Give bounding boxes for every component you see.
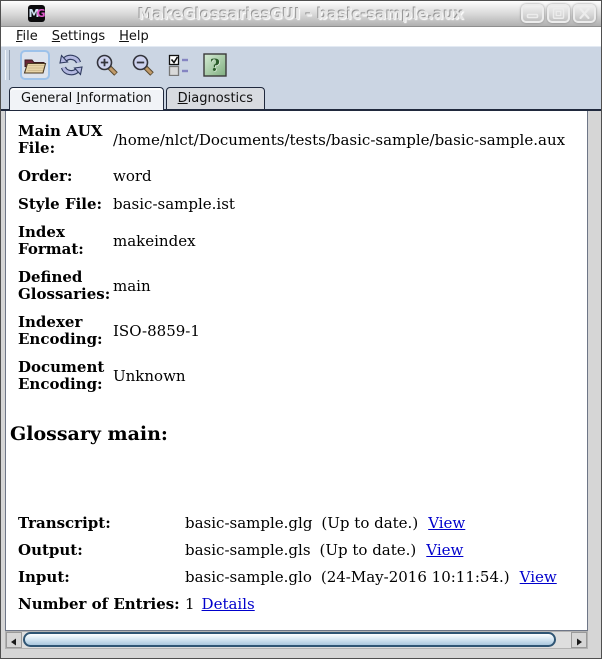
app-icon-letter-g: G [36,7,45,20]
glossary-row-input: Input: basic-sample.glo (24-May-2016 10:… [18,569,581,586]
tab-diagnostics[interactable]: Diagnostics [165,87,266,109]
zoom-in-button[interactable] [92,50,122,80]
field-main-aux-file: Main AUX File: /home/nlct/Documents/test… [18,123,581,157]
field-style-file: Style File: basic-sample.ist [18,196,581,213]
main-area: Main AUX File: /home/nlct/Documents/test… [1,111,601,631]
general-information-panel: Main AUX File: /home/nlct/Documents/test… [5,111,588,631]
properties-button[interactable] [164,50,194,80]
file-name: basic-sample.glo [185,568,312,586]
field-label: Main AUX File: [18,122,103,157]
file-status: (Up to date.) [321,514,419,532]
glossary-row-transcript: Transcript: basic-sample.glg (Up to date… [18,515,581,532]
zoom-out-icon [131,53,155,77]
horizontal-scrollbar[interactable] [5,631,588,649]
field-value: ISO-8859-1 [113,321,200,340]
scroll-left-button[interactable] [6,632,22,648]
folder-open-icon [23,55,47,75]
glossary-row-entries: Number of Entries: 1 Details [18,596,581,613]
field-label: Order: [18,167,73,185]
field-label: Defined Glossaries: [18,268,111,303]
checklist-icon [168,54,190,76]
field-label: Input: [18,568,70,586]
field-value: word [113,167,152,185]
file-name: basic-sample.glg [185,514,313,532]
field-index-format: Index Format: makeindex [18,224,581,258]
maximize-button[interactable] [547,4,570,23]
file-name: basic-sample.gls [185,541,311,559]
field-indexer-encoding: Indexer Encoding: ISO-8859-1 [18,314,581,348]
scrollbar-thumb[interactable] [23,632,556,647]
file-status: (24-May-2016 10:11:54.) [320,568,510,586]
field-label: Style File: [18,195,103,213]
app-icon-letter-m: M [28,7,40,20]
app-window: M G MakeGlossariesGUI - basic-sample.aux [0,0,602,659]
field-defined-glossaries: Defined Glossaries: main [18,269,581,303]
menu-help[interactable]: Help [112,28,156,45]
field-label: Transcript: [18,514,111,532]
menubar: File Settings Help [1,27,601,46]
titlebar[interactable]: M G MakeGlossariesGUI - basic-sample.aux [1,1,601,27]
reload-button[interactable] [56,50,86,80]
field-label: Index Format: [18,223,84,258]
menu-file[interactable]: File [9,28,45,45]
tabstrip: General Information Diagnostics [1,82,601,111]
toolbar: ? ? [1,46,601,82]
minimize-button[interactable] [521,4,544,23]
glossary-rows: Transcript: basic-sample.glg (Up to date… [18,515,581,613]
file-status: (Up to date.) [319,541,417,559]
arrow-right-icon [575,631,583,650]
reload-icon [58,53,84,77]
close-button[interactable] [573,4,596,23]
scrollbar-track[interactable] [22,632,571,648]
details-link[interactable]: Details [202,596,255,613]
field-label: Document Encoding: [18,358,105,393]
field-label: Output: [18,541,83,559]
toolbar-drag-handle[interactable] [5,49,10,80]
zoom-out-button[interactable] [128,50,158,80]
field-label: Indexer Encoding: [18,313,103,348]
field-order: Order: word [18,168,581,185]
window-title: MakeGlossariesGUI - basic-sample.aux [138,4,464,23]
glossary-row-output: Output: basic-sample.gls (Up to date.) V… [18,542,581,559]
field-value: Unknown [113,366,186,385]
field-value: makeindex [113,231,196,250]
scroll-right-button[interactable] [571,632,587,648]
minimize-icon [526,8,539,19]
menu-settings[interactable]: Settings [45,28,112,45]
view-output-link[interactable]: View [426,542,463,559]
field-value: /home/nlct/Documents/tests/basic-sample/… [113,130,566,149]
help-icon: ? ? [203,52,227,77]
entries-count: 1 [185,595,195,613]
close-icon [578,8,591,19]
view-transcript-link[interactable]: View [428,515,465,532]
maximize-icon [552,8,565,19]
field-value: basic-sample.ist [113,195,235,213]
arrow-left-icon [10,631,18,650]
glossary-heading: Glossary main: [10,423,168,445]
field-document-encoding: Document Encoding: Unknown [18,359,581,393]
tab-general-information[interactable]: General Information [9,87,164,110]
svg-text:?: ? [210,56,220,76]
open-file-button[interactable] [20,49,50,80]
window-bottom-frame [1,649,601,658]
help-button[interactable]: ? ? [200,50,230,80]
field-label: Number of Entries: [18,595,180,613]
app-icon: M G [28,5,46,22]
zoom-in-icon [95,53,119,77]
view-input-link[interactable]: View [520,569,557,586]
field-value: main [113,276,151,295]
